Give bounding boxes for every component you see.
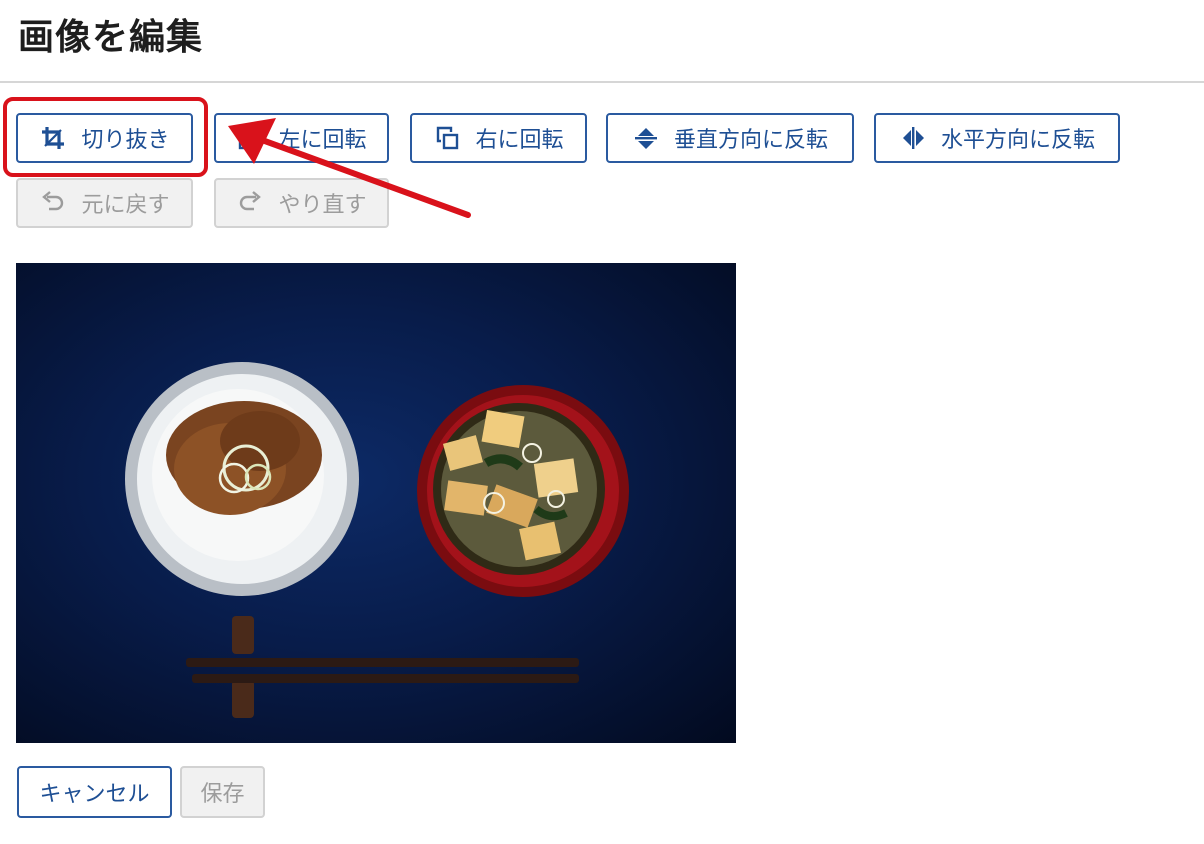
save-button[interactable]: 保存 [180,766,265,818]
page-title: 画像を編集 [18,17,204,58]
rotate-left-label: 左に回転 [278,128,367,153]
flip-horizontal-label: 水平方向に反転 [940,128,1095,153]
flip-vertical-label: 垂直方向に反転 [673,128,828,153]
rotate-right-button[interactable]: 右に回転 [410,113,587,163]
undo-button[interactable]: 元に戻す [16,178,193,228]
flip-vertical-icon [632,124,660,152]
redo-icon [236,189,264,217]
rotate-left-icon [236,124,264,152]
redo-label: やり直す [278,193,367,218]
undo-icon [39,189,67,217]
crop-highlight-box [3,97,208,177]
flip-horizontal-button[interactable]: 水平方向に反転 [874,113,1120,163]
edited-image [16,263,736,743]
rotate-right-icon [433,124,461,152]
flip-horizontal-icon [899,124,927,152]
cancel-button[interactable]: キャンセル [17,766,172,818]
header-divider [0,81,1204,83]
rotate-left-button[interactable]: 左に回転 [214,113,389,163]
redo-button[interactable]: やり直す [214,178,389,228]
flip-vertical-button[interactable]: 垂直方向に反転 [606,113,854,163]
undo-label: 元に戻す [81,193,170,218]
rotate-right-label: 右に回転 [475,128,564,153]
